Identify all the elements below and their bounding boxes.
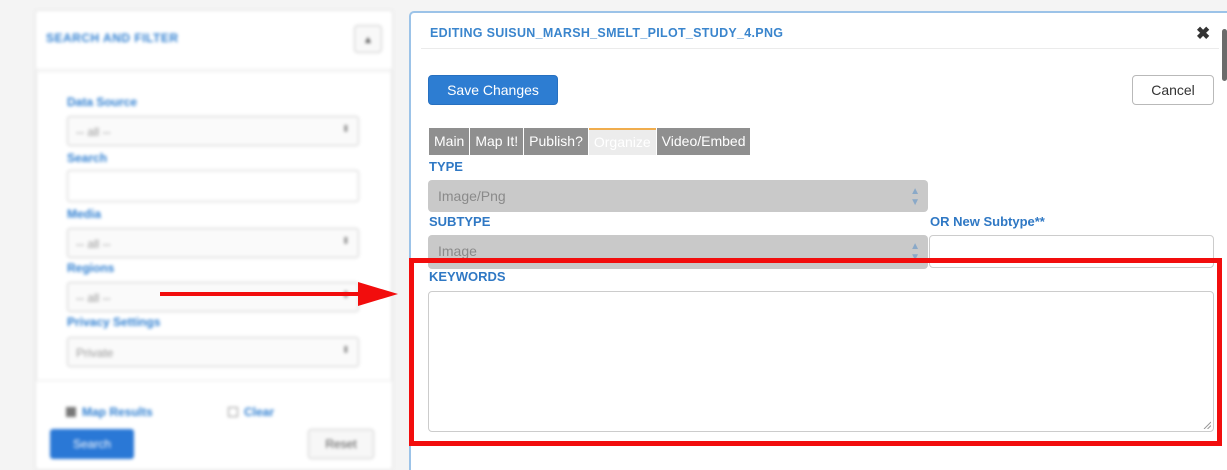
subtype-label: SUBTYPE [429,214,491,229]
tab-video-embed[interactable]: Video/Embed [656,128,751,155]
chevron-up-icon: ▴ [364,32,372,46]
map-results-checkbox[interactable]: Map Results [66,405,153,419]
edit-media-modal: EDITING SUISUN_MARSH_SMELT_PILOT_STUDY_4… [409,11,1227,470]
select-arrows-icon: ▲ ▼ [910,241,920,263]
header-divider [421,48,1219,49]
type-select[interactable]: Image/Png ▲ ▼ [428,180,928,212]
checkbox-icon [66,407,76,417]
cancel-button[interactable]: Cancel [1132,75,1214,105]
divider [36,69,392,70]
tab-organize[interactable]: Organize [588,128,656,155]
search-label: Search [67,151,108,165]
resize-grip-icon[interactable] [1203,421,1211,429]
save-changes-button[interactable]: Save Changes [428,75,558,105]
media-select[interactable]: -- all -- ⬍ [67,228,359,258]
checkbox-icon [228,407,238,417]
search-button[interactable]: Search [50,429,134,459]
tab-map-it[interactable]: Map It! [470,128,524,155]
keywords-label: KEYWORDS [429,269,506,284]
regions-label: Regions [67,261,115,275]
tab-publish[interactable]: Publish? [524,128,588,155]
tab-bar: Main Map It! Publish? Organize Video/Emb… [429,128,751,155]
close-icon[interactable]: ✖ [1196,25,1210,42]
type-label: TYPE [429,159,463,174]
tab-main[interactable]: Main [429,128,470,155]
panel-title: SEARCH AND FILTER [46,31,179,45]
reset-button[interactable]: Reset [308,429,374,459]
media-label: Media [67,207,102,221]
keywords-textarea[interactable] [428,291,1214,432]
data-source-select[interactable]: -- all -- ⬍ [67,116,359,146]
collapse-toggle[interactable]: ▴ [354,25,382,53]
new-subtype-label: OR New Subtype** [930,214,1045,229]
subtype-select[interactable]: Image ▲ ▼ [428,235,928,269]
clear-checkbox[interactable]: Clear [228,405,274,419]
regions-select[interactable]: -- all -- ⬍ [67,282,359,312]
select-arrows-icon: ▲ ▼ [910,186,920,208]
data-source-label: Data Source [67,95,138,109]
new-subtype-input[interactable] [929,235,1214,268]
scrollbar-thumb[interactable] [1222,29,1227,81]
filter-form: Data Source -- all -- ⬍ Search Media -- a… [36,71,392,381]
privacy-label: Privacy Settings [67,315,161,329]
search-input[interactable] [67,170,359,202]
modal-title: EDITING SUISUN_MARSH_SMELT_PILOT_STUDY_4… [430,26,784,40]
privacy-select[interactable]: Private ⬍ [67,337,359,367]
search-filter-panel: SEARCH AND FILTER ▴ Data Source -- all -… [35,10,393,470]
